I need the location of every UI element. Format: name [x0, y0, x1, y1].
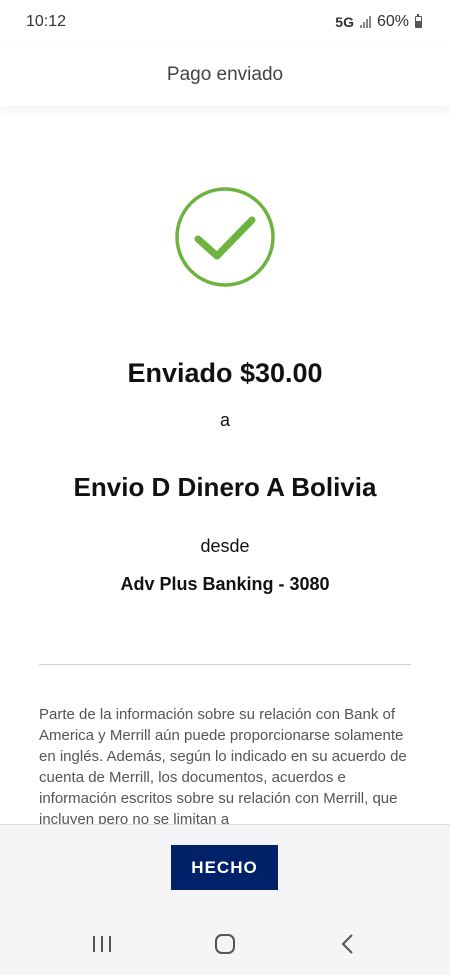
from-word: desde [200, 536, 250, 556]
back-icon[interactable] [328, 924, 368, 964]
confirmation-content[interactable]: Enviado $30.00 a Envio D Dinero A Bolivi… [0, 106, 450, 824]
checkmark-circle-icon [175, 187, 275, 287]
to-word: a [219, 410, 230, 430]
divider [39, 664, 411, 665]
recent-apps-icon[interactable] [82, 924, 122, 964]
source-account: Adv Plus Banking - 3080 [120, 574, 330, 594]
status-time: 10:12 [26, 13, 67, 30]
page-title: Pago enviado [166, 64, 284, 85]
system-nav-bar [0, 912, 450, 975]
recipient-name: Envio D Dinero A Bolivia [73, 472, 377, 502]
done-button[interactable]: HECHO [171, 845, 278, 890]
battery-percent: 60% [376, 13, 409, 30]
battery-icon [415, 14, 422, 28]
status-bar: 10:12 5G 60% [0, 0, 450, 44]
page-header: Pago enviado [0, 44, 450, 106]
signal-icon [359, 16, 371, 28]
status-indicators: 5G 60% [335, 13, 422, 31]
home-icon[interactable] [205, 924, 245, 964]
disclaimer-text: Parte de la información sobre su relació… [39, 706, 407, 824]
sent-amount: Enviado $30.00 [127, 358, 323, 388]
network-type: 5G [335, 14, 354, 30]
footer: HECHO [0, 824, 450, 912]
